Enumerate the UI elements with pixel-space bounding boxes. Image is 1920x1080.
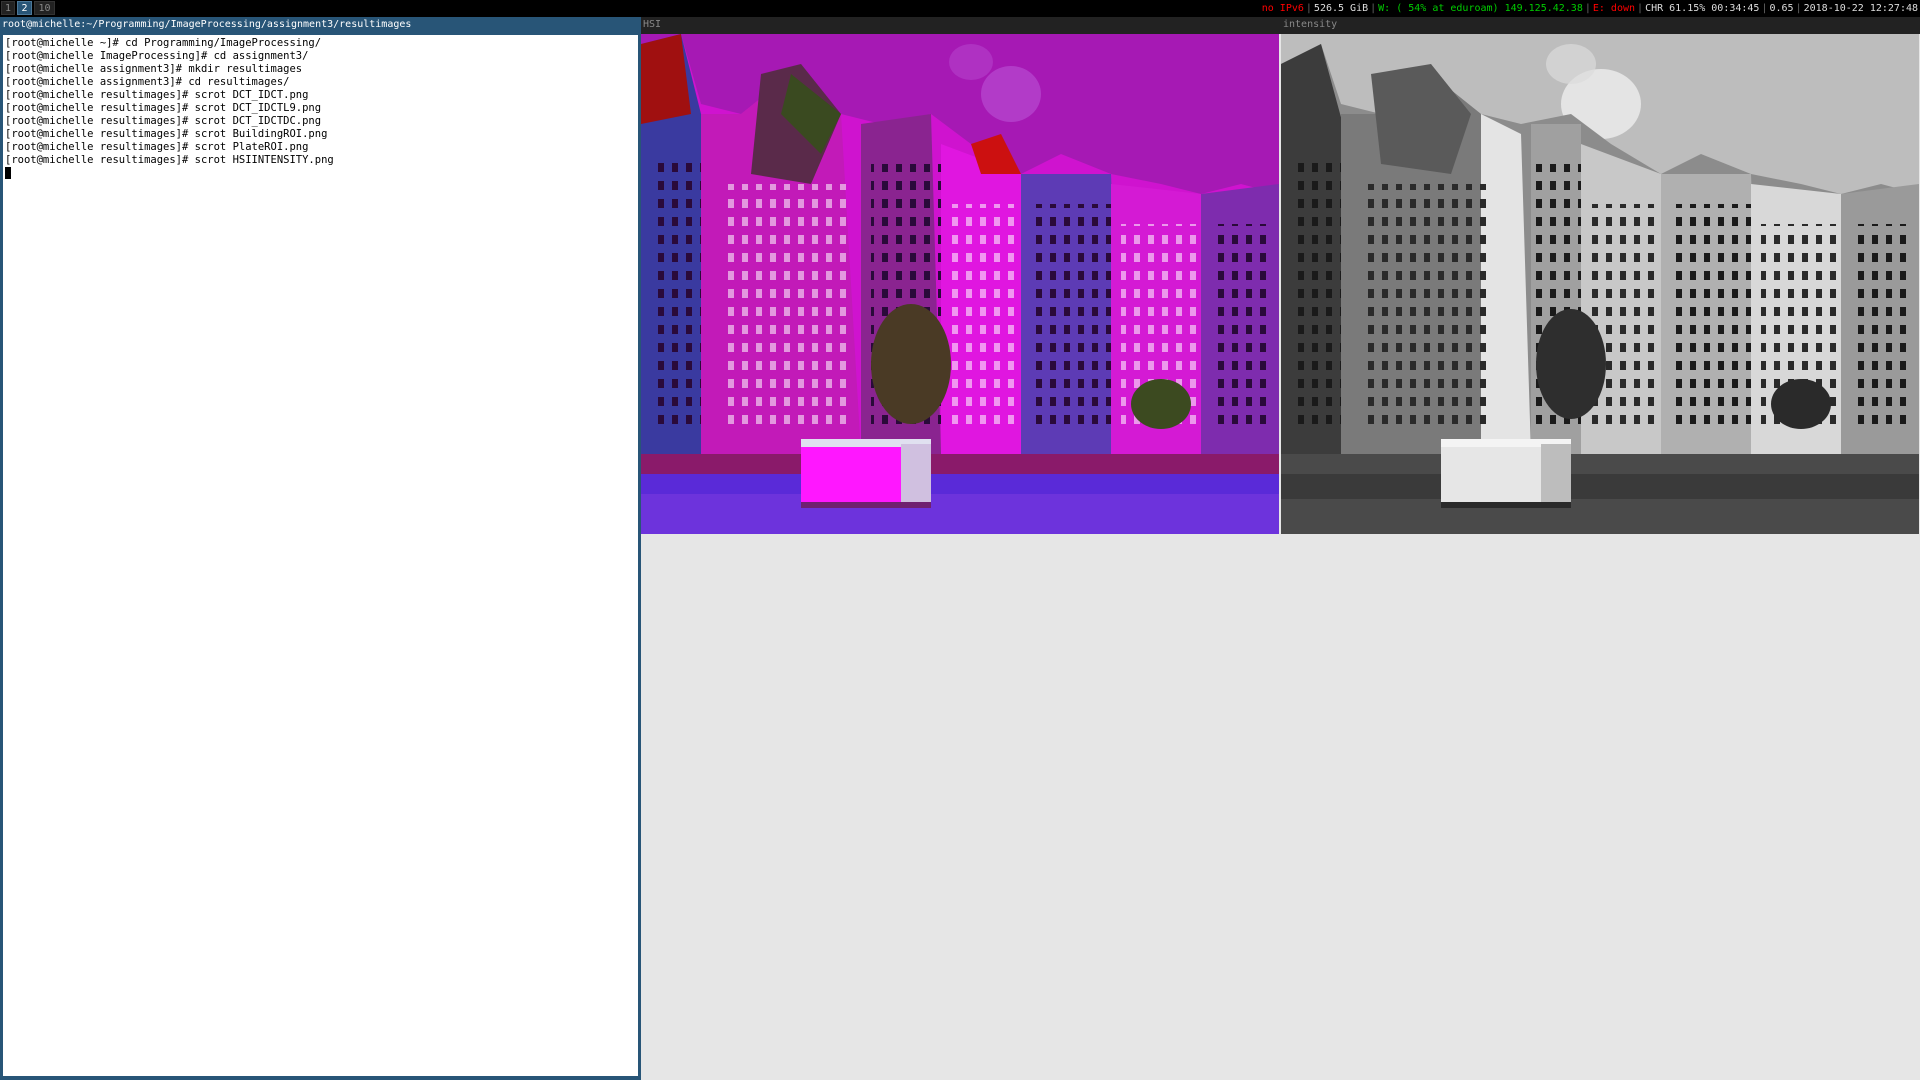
terminal-cursor [5, 167, 11, 179]
hsi-image-window[interactable]: HSI [641, 17, 1281, 1080]
i3-status-bar: 1 2 10 no IPv6 | 526.5 GiB | W: ( 54% at edu… [0, 0, 1920, 17]
hsi-window-title[interactable]: HSI [641, 17, 1281, 32]
clock: 2018-10-22 12:27:48 [1803, 3, 1918, 14]
intensity-image-window[interactable]: intensity [1281, 17, 1920, 1080]
intensity-image [1281, 34, 1919, 534]
terminal-line: [root@michelle resultimages]# scrot DCT_… [5, 102, 322, 114]
ipv6-status: no IPv6 [1261, 3, 1304, 14]
battery-status: CHR 61.15% 00:34:45 [1645, 3, 1760, 14]
wifi-status: W: ( 54% at eduroam) 149.125.42.38 [1378, 3, 1583, 14]
terminal-line: [root@michelle resultimages]# scrot Buil… [5, 128, 328, 140]
terminal-line: [root@michelle resultimages]# scrot DCT_… [5, 89, 309, 101]
terminal-window[interactable]: root@michelle:~/Programming/ImageProcess… [0, 17, 641, 1080]
terminal-body[interactable]: [root@michelle ~]# cd Programming/ImageP… [3, 35, 638, 1076]
workspace-button-10[interactable]: 10 [34, 1, 55, 15]
terminal-line: [root@michelle resultimages]# scrot HSII… [5, 154, 334, 166]
terminal-line: [root@michelle assignment3]# mkdir resul… [5, 63, 303, 75]
disk-status: 526.5 GiB [1313, 3, 1369, 14]
workspace-button-1[interactable]: 1 [1, 1, 15, 15]
terminal-title[interactable]: root@michelle:~/Programming/ImageProcess… [0, 17, 641, 32]
terminal-line: [root@michelle ImageProcessing]# cd assi… [5, 50, 309, 62]
terminal-line: [root@michelle ~]# cd Programming/ImageP… [5, 37, 322, 49]
load-status: 0.65 [1769, 3, 1794, 14]
terminal-line: [root@michelle assignment3]# cd resultim… [5, 76, 290, 88]
workspace-button-2[interactable]: 2 [17, 1, 32, 15]
hsi-image-canvas[interactable] [641, 34, 1281, 1080]
intensity-window-title[interactable]: intensity [1281, 17, 1920, 32]
ethernet-status: E: down [1592, 3, 1636, 14]
status-line: no IPv6 | 526.5 GiB | W: ( 54% at eduroam) 1… [1261, 3, 1918, 14]
intensity-image-canvas[interactable] [1281, 34, 1920, 1080]
hsi-image [641, 34, 1279, 534]
terminal-line: [root@michelle resultimages]# scrot DCT_… [5, 115, 322, 127]
terminal-line: [root@michelle resultimages]# scrot Plat… [5, 141, 309, 153]
